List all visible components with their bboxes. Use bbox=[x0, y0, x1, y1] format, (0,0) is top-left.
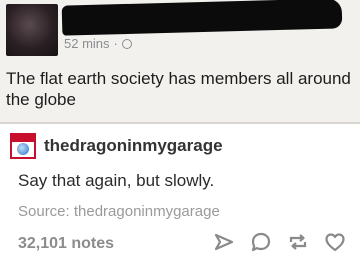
reply-text: Say that again, but slowly. bbox=[18, 171, 215, 190]
post-actions bbox=[213, 231, 346, 253]
reblog-icon[interactable] bbox=[287, 231, 309, 253]
post-footer: 32,101 notes bbox=[0, 222, 360, 269]
divider bbox=[0, 122, 360, 124]
share-icon[interactable] bbox=[213, 231, 235, 253]
facebook-timestamp: 52 mins bbox=[64, 36, 110, 51]
facebook-post-text: The flat earth society has members all a… bbox=[6, 69, 351, 109]
reblog-header: thedragoninmygarage bbox=[10, 133, 223, 159]
facebook-post-screenshot: 52 mins · The flat earth society has mem… bbox=[0, 0, 360, 124]
reply-icon[interactable] bbox=[250, 231, 272, 253]
source-link[interactable]: Source: thedragoninmygarage bbox=[18, 203, 220, 220]
heart-icon[interactable] bbox=[324, 231, 346, 253]
blog-name-link[interactable]: thedragoninmygarage bbox=[44, 136, 223, 156]
globe-icon bbox=[121, 38, 132, 49]
facebook-post-meta: 52 mins · bbox=[64, 36, 132, 51]
redacted-name-scribble bbox=[61, 0, 343, 36]
notes-count[interactable]: 32,101 notes bbox=[18, 235, 114, 253]
facebook-avatar bbox=[6, 4, 58, 56]
meta-separator: · bbox=[113, 36, 118, 51]
blog-avatar[interactable] bbox=[10, 133, 36, 159]
